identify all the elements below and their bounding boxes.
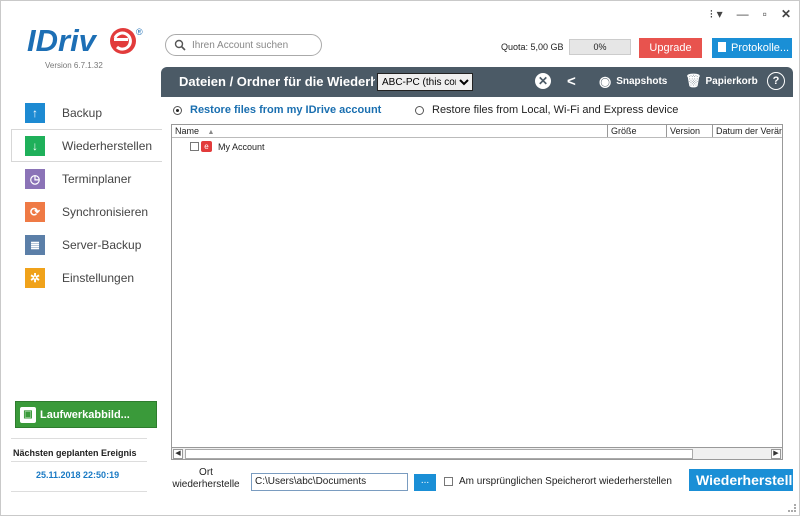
restore-button[interactable]: Wiederherstellen (689, 469, 793, 491)
menu-icon[interactable]: ⁝ ▾ (710, 7, 723, 21)
download-arrow-icon: ↓ (25, 135, 45, 156)
source-option-account[interactable]: Restore files from my IDrive account (173, 104, 381, 116)
upload-arrow-icon: ↑ (25, 102, 45, 123)
next-event-label: Nächsten geplanten Ereignis (13, 448, 137, 458)
divider (11, 461, 147, 462)
close-circle-icon: ✕ (535, 73, 551, 89)
logs-button-label: Protokolle... (731, 42, 790, 54)
version-label: Version 6.7.1.32 (45, 61, 103, 70)
horizontal-scrollbar[interactable]: ◀ ▶ (172, 447, 782, 459)
restore-path-field[interactable]: C:\Users\abc\Documents (251, 473, 408, 491)
snapshots-button[interactable]: ◉ Snapshots (599, 73, 667, 90)
quota-progress: 0% (569, 39, 631, 55)
close-button[interactable]: ✕ (781, 7, 791, 21)
sidebar-item-restore[interactable]: ↓ Wiederherstellen (11, 129, 162, 162)
share-icon: < (567, 73, 576, 90)
row-name: My Account (218, 141, 265, 152)
search-icon (174, 39, 186, 51)
resize-grip-icon[interactable] (788, 504, 796, 512)
remove-button[interactable]: ✕ (535, 73, 551, 89)
drive-image-button[interactable]: ▣ Laufwerkabbild... (15, 401, 157, 428)
quota-label: Quota: 5,00 GB (501, 42, 564, 52)
window-controls: ⁝ ▾ — ▫ ✕ (710, 7, 792, 21)
svg-text:®: ® (136, 27, 143, 37)
sync-icon: ⟳ (25, 201, 45, 222)
maximize-button[interactable]: ▫ (763, 7, 767, 21)
idrive-account-icon: e (201, 141, 212, 152)
account-search[interactable] (165, 34, 322, 56)
sidebar: ↑ Backup ↓ Wiederherstellen ◷ Terminplan… (1, 96, 162, 294)
table-row[interactable]: e My Account (190, 141, 265, 152)
clock-icon: ◷ (25, 168, 45, 189)
radio-unselected[interactable] (415, 105, 424, 115)
column-date[interactable]: Datum der Veränderung (713, 125, 782, 137)
sidebar-item-server-backup[interactable]: ≣ Server-Backup (1, 228, 161, 261)
radio-selected[interactable] (173, 105, 182, 115)
browse-button[interactable]: ... (414, 474, 436, 491)
page-title: Dateien / Ordner für die Wiederherstellu… (179, 74, 375, 89)
divider (11, 491, 147, 492)
original-location-label: Am ursprünglichen Speicherort wiederhers… (459, 476, 672, 487)
help-icon: ? (767, 72, 785, 90)
file-tree-table: Name ▲ Größe Version Datum der Veränderu… (171, 124, 783, 460)
original-location-option[interactable]: Am ursprünglichen Speicherort wiederhers… (444, 476, 672, 487)
app-window: ⁝ ▾ — ▫ ✕ IDriv ® Version 6.7.1.32 Quota… (0, 0, 800, 516)
trash-label: Papierkorb (705, 75, 758, 87)
sidebar-item-scheduler[interactable]: ◷ Terminplaner (1, 162, 161, 195)
source-option-label: Restore files from my IDrive account (190, 104, 382, 116)
drive-image-label: Laufwerkabbild... (40, 408, 130, 421)
sidebar-item-label: Synchronisieren (62, 204, 149, 219)
sidebar-item-label: Backup (62, 105, 103, 120)
scroll-thumb[interactable] (185, 449, 693, 459)
share-button[interactable]: < (567, 73, 576, 90)
logs-button[interactable]: Protokolle... (712, 38, 792, 58)
sidebar-item-sync[interactable]: ⟳ Synchronisieren (1, 195, 161, 228)
table-header: Name ▲ Größe Version Datum der Veränderu… (172, 125, 782, 138)
source-option-label: Restore files from Local, Wi-Fi and Expr… (432, 104, 679, 116)
drive-icon: ▣ (20, 406, 36, 423)
column-version[interactable]: Version (667, 125, 713, 137)
column-name[interactable]: Name ▲ (172, 125, 608, 137)
scroll-left-icon[interactable]: ◀ (173, 449, 183, 459)
upgrade-button[interactable]: Upgrade (639, 38, 702, 58)
next-event-date[interactable]: 25.11.2018 22:50:19 (36, 470, 119, 480)
sidebar-item-settings[interactable]: ✲ Einstellungen (1, 261, 161, 294)
svg-text:IDriv: IDriv (27, 23, 98, 58)
camera-icon: ◉ (599, 73, 612, 89)
divider (11, 438, 147, 439)
server-icon: ≣ (25, 234, 45, 255)
gear-icon: ✲ (25, 267, 45, 288)
sort-up-icon: ▲ (207, 129, 215, 136)
minimize-button[interactable]: — (737, 7, 749, 21)
column-label: Name (175, 126, 200, 136)
search-input[interactable] (192, 39, 312, 51)
snapshots-label: Snapshots (616, 76, 668, 87)
document-icon (718, 42, 726, 52)
trash-button[interactable]: 🗑 Papierkorb (685, 73, 758, 89)
sidebar-item-backup[interactable]: ↑ Backup (1, 96, 161, 129)
original-location-checkbox[interactable] (444, 477, 453, 486)
scroll-right-icon[interactable]: ▶ (771, 449, 781, 459)
sidebar-item-label: Wiederherstellen (62, 138, 153, 153)
device-select[interactable]: ABC-PC (this computer) (377, 73, 473, 91)
restore-header-bar: Dateien / Ordner für die Wiederherstellu… (161, 67, 793, 97)
location-label: Ort wiederherstelle (172, 467, 240, 490)
row-checkbox[interactable] (190, 142, 199, 151)
sidebar-item-label: Server-Backup (62, 237, 142, 252)
source-option-local[interactable]: Restore files from Local, Wi-Fi and Expr… (415, 104, 678, 116)
column-size[interactable]: Größe (608, 125, 667, 137)
trash-icon: 🗑 (685, 73, 702, 88)
help-button[interactable]: ? (767, 72, 785, 90)
sidebar-item-label: Einstellungen (62, 270, 135, 285)
sidebar-item-label: Terminplaner (62, 171, 132, 186)
